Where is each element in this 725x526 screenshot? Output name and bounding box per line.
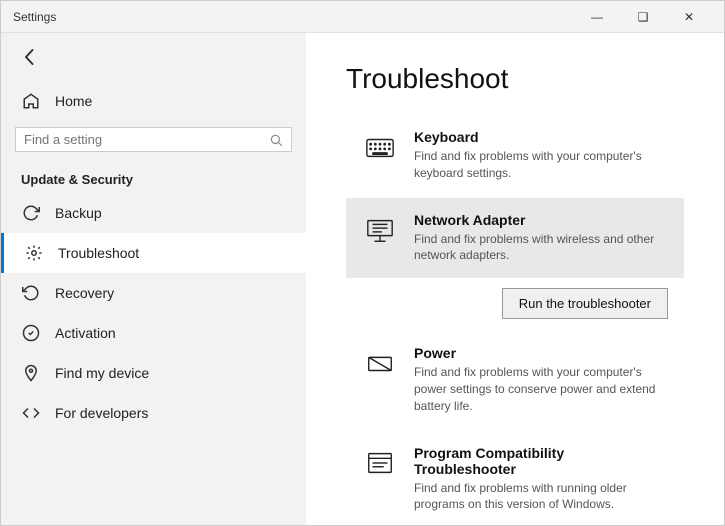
compat-icon [362, 445, 398, 481]
developers-label: For developers [55, 405, 148, 421]
compat-desc: Find and fix problems with running older… [414, 480, 668, 514]
backup-icon [21, 203, 41, 223]
sidebar-item-activation[interactable]: Activation [1, 313, 306, 353]
network-name: Network Adapter [414, 212, 668, 228]
section-title: Update & Security [1, 164, 306, 193]
sidebar-item-troubleshoot[interactable]: Troubleshoot [1, 233, 306, 273]
compat-name: Program Compatibility Troubleshooter [414, 445, 668, 477]
minimize-button[interactable]: — [574, 1, 620, 33]
find-device-label: Find my device [55, 365, 149, 381]
compat-content: Program Compatibility Troubleshooter Fin… [414, 445, 668, 514]
recovery-icon [21, 283, 41, 303]
troubleshoot-label: Troubleshoot [58, 245, 139, 261]
troubleshoot-item-power[interactable]: Power Find and fix problems with your co… [346, 331, 684, 428]
main-content: Troubleshoot [306, 33, 724, 525]
network-desc: Find and fix problems with wireless and … [414, 231, 668, 265]
troubleshoot-item-compat[interactable]: Program Compatibility Troubleshooter Fin… [346, 431, 684, 525]
network-content: Network Adapter Find and fix problems wi… [414, 212, 668, 265]
activation-icon [21, 323, 41, 343]
page-title: Troubleshoot [346, 63, 684, 95]
troubleshoot-item-keyboard[interactable]: Keyboard Find and fix problems with your… [346, 115, 684, 196]
keyboard-content: Keyboard Find and fix problems with your… [414, 129, 668, 182]
sidebar-item-home[interactable]: Home [1, 81, 306, 121]
search-input[interactable] [24, 132, 263, 147]
titlebar-title: Settings [13, 10, 574, 24]
home-label: Home [55, 93, 92, 109]
power-name: Power [414, 345, 668, 361]
back-icon [17, 45, 41, 69]
sidebar-item-for-developers[interactable]: For developers [1, 393, 306, 433]
activation-label: Activation [55, 325, 116, 341]
settings-window: Settings — ❑ ✕ Home [0, 0, 725, 526]
backup-label: Backup [55, 205, 102, 221]
keyboard-icon [362, 129, 398, 165]
run-troubleshooter-button[interactable]: Run the troubleshooter [502, 288, 668, 319]
sidebar-item-recovery[interactable]: Recovery [1, 273, 306, 313]
sidebar-item-find-my-device[interactable]: Find my device [1, 353, 306, 393]
search-icon [269, 133, 283, 147]
developers-icon [21, 403, 41, 423]
home-icon [21, 91, 41, 111]
run-btn-container: Run the troubleshooter [346, 280, 684, 331]
power-content: Power Find and fix problems with your co… [414, 345, 668, 414]
sidebar: Home Update & Security Backup [1, 33, 306, 525]
search-box[interactable] [15, 127, 292, 152]
recovery-label: Recovery [55, 285, 114, 301]
find-device-icon [21, 363, 41, 383]
keyboard-desc: Find and fix problems with your computer… [414, 148, 668, 182]
power-desc: Find and fix problems with your computer… [414, 364, 668, 414]
network-icon [362, 212, 398, 248]
keyboard-name: Keyboard [414, 129, 668, 145]
titlebar-controls: — ❑ ✕ [574, 1, 712, 33]
troubleshoot-item-network[interactable]: Network Adapter Find and fix problems wi… [346, 198, 684, 279]
sidebar-item-backup[interactable]: Backup [1, 193, 306, 233]
power-icon [362, 345, 398, 381]
window-content: Home Update & Security Backup [1, 33, 724, 525]
close-button[interactable]: ✕ [666, 1, 712, 33]
titlebar: Settings — ❑ ✕ [1, 1, 724, 33]
back-button[interactable] [15, 43, 43, 71]
troubleshoot-icon [24, 243, 44, 263]
maximize-button[interactable]: ❑ [620, 1, 666, 33]
sidebar-nav-top [1, 33, 306, 81]
